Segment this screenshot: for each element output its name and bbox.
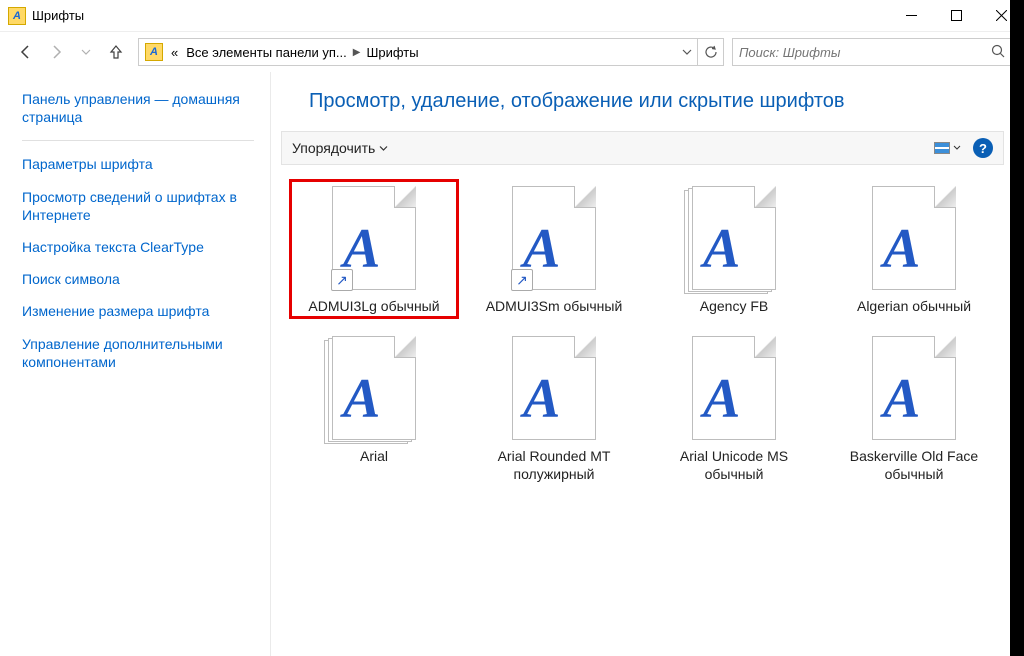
folder-icon: A bbox=[145, 43, 163, 61]
font-file-icon: A↗ bbox=[499, 183, 609, 293]
sidebar-home-link[interactable]: Панель управления — домашняя страница bbox=[22, 90, 254, 126]
font-label: ADMUI3Sm обычный bbox=[479, 297, 629, 315]
sidebar-link[interactable]: Просмотр сведений о шрифтах в Интернете bbox=[22, 188, 254, 224]
breadcrumb-prefix: « bbox=[167, 45, 182, 60]
sidebar-link[interactable]: Поиск символа bbox=[22, 270, 254, 288]
chevron-down-icon bbox=[379, 144, 388, 153]
toolbar: Упорядочить ? bbox=[281, 131, 1004, 165]
breadcrumb-dropdown[interactable] bbox=[675, 39, 697, 65]
font-item[interactable]: A↗ ADMUI3Lg обычный bbox=[289, 179, 459, 319]
minimize-button[interactable] bbox=[889, 0, 934, 32]
organize-label: Упорядочить bbox=[292, 140, 375, 156]
font-label: Arial Unicode MS обычный bbox=[659, 447, 809, 483]
font-item[interactable]: A Algerian обычный bbox=[829, 179, 999, 319]
chevron-right-icon[interactable]: ▶ bbox=[351, 47, 363, 58]
font-label: Agency FB bbox=[659, 297, 809, 315]
font-item[interactable]: A Arial Unicode MS обычный bbox=[649, 329, 819, 487]
font-item[interactable]: A Agency FB bbox=[649, 179, 819, 319]
maximize-button[interactable] bbox=[934, 0, 979, 32]
sidebar: Панель управления — домашняя страница Па… bbox=[0, 72, 270, 656]
view-options-button[interactable] bbox=[930, 140, 965, 156]
shortcut-overlay-icon: ↗ bbox=[511, 269, 533, 291]
font-label: Arial Rounded MT полужирный bbox=[479, 447, 629, 483]
screenshot-edge bbox=[1010, 0, 1024, 656]
sidebar-link[interactable]: Изменение размера шрифта bbox=[22, 302, 254, 320]
up-button[interactable] bbox=[102, 38, 130, 66]
font-file-icon: A bbox=[679, 333, 789, 443]
font-file-icon: A bbox=[859, 183, 969, 293]
sidebar-link[interactable]: Параметры шрифта bbox=[22, 155, 254, 173]
search-input[interactable] bbox=[739, 45, 991, 60]
font-item[interactable]: A Arial Rounded MT полужирный bbox=[469, 329, 639, 487]
font-label: ADMUI3Lg обычный bbox=[299, 297, 449, 315]
breadcrumb-part[interactable]: Шрифты bbox=[362, 45, 422, 60]
font-item[interactable]: A Arial bbox=[289, 329, 459, 487]
shortcut-overlay-icon: ↗ bbox=[331, 269, 353, 291]
search-box[interactable] bbox=[732, 38, 1012, 66]
font-file-icon: A bbox=[319, 333, 429, 443]
font-label: Arial bbox=[299, 447, 449, 465]
font-file-icon: A↗ bbox=[319, 183, 429, 293]
font-label: Baskerville Old Face обычный bbox=[839, 447, 989, 483]
font-file-icon: A bbox=[679, 183, 789, 293]
view-icon bbox=[934, 142, 950, 154]
font-label: Algerian обычный bbox=[839, 297, 989, 315]
app-icon: A bbox=[8, 7, 26, 25]
page-title: Просмотр, удаление, отображение или скры… bbox=[281, 82, 1004, 131]
search-icon[interactable] bbox=[991, 44, 1005, 61]
divider bbox=[22, 140, 254, 141]
recent-dropdown[interactable] bbox=[72, 38, 100, 66]
sidebar-link[interactable]: Настройка текста ClearType bbox=[22, 238, 254, 256]
font-file-icon: A bbox=[499, 333, 609, 443]
forward-button[interactable] bbox=[42, 38, 70, 66]
refresh-button[interactable] bbox=[697, 39, 723, 65]
sidebar-link[interactable]: Управление дополнительными компонентами bbox=[22, 335, 254, 371]
back-button[interactable] bbox=[12, 38, 40, 66]
chevron-down-icon bbox=[953, 144, 961, 152]
breadcrumb[interactable]: A « Все элементы панели уп... ▶ Шрифты bbox=[138, 38, 724, 66]
font-grid: A↗ADMUI3Lg обычныйA↗ADMUI3Sm обычныйAAge… bbox=[281, 179, 1004, 488]
breadcrumb-part[interactable]: Все элементы панели уп... bbox=[182, 45, 351, 60]
font-file-icon: A bbox=[859, 333, 969, 443]
font-item[interactable]: A Baskerville Old Face обычный bbox=[829, 329, 999, 487]
organize-menu[interactable]: Упорядочить bbox=[292, 140, 388, 156]
window-title: Шрифты bbox=[32, 8, 84, 23]
help-button[interactable]: ? bbox=[973, 138, 993, 158]
font-item[interactable]: A↗ ADMUI3Sm обычный bbox=[469, 179, 639, 319]
